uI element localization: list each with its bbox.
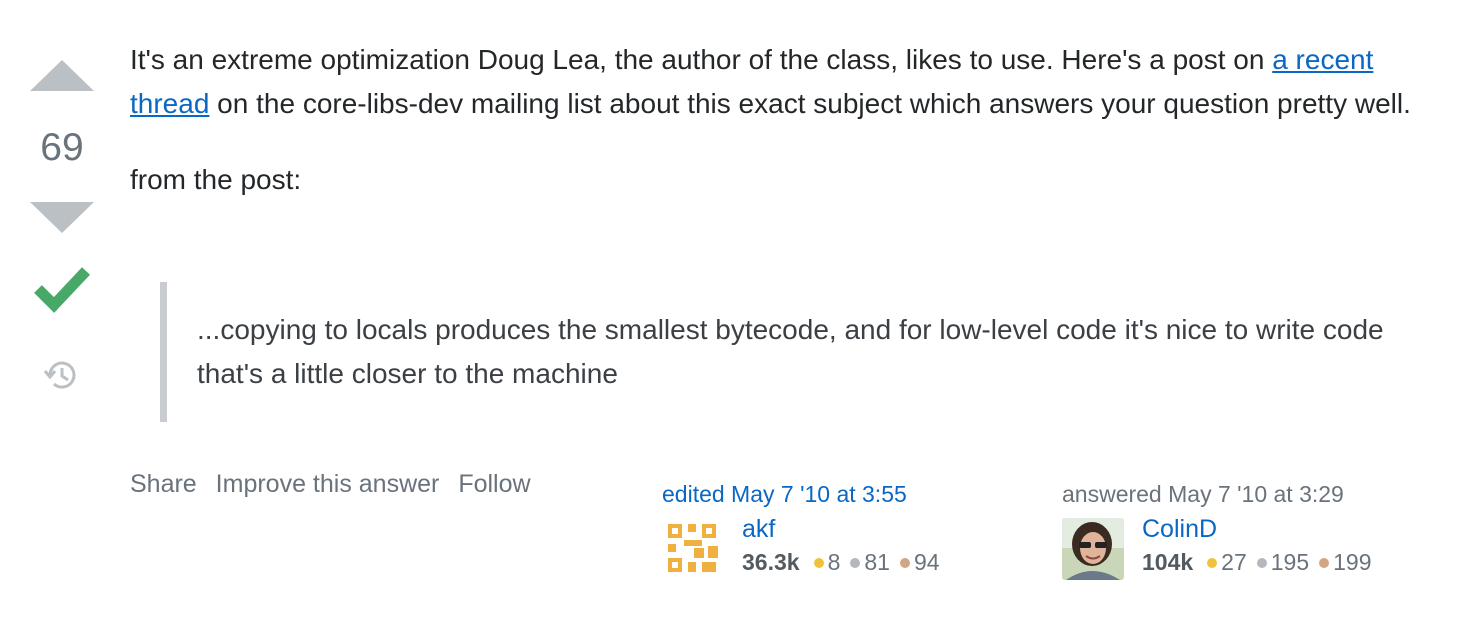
editor-signature: edited May 7 '10 at 3:55 akf 36.3k 8 81 … xyxy=(662,478,940,582)
silver-badge-icon xyxy=(850,557,861,568)
share-link[interactable]: Share xyxy=(130,470,197,498)
avatar[interactable] xyxy=(662,518,724,580)
follow-link[interactable]: Follow xyxy=(458,470,530,498)
post-paragraph: from the post: xyxy=(130,164,302,195)
answered-timestamp: answered May 7 '10 at 3:29 xyxy=(1062,481,1344,507)
reputation-score: 36.3k xyxy=(742,549,800,575)
gold-badge-icon xyxy=(1207,557,1218,568)
user-reputation: 36.3k 8 81 94 xyxy=(742,546,946,578)
bronze-badge-icon xyxy=(1319,557,1330,568)
silver-badge-count: 81 xyxy=(864,549,890,575)
silver-badge-count: 195 xyxy=(1270,549,1310,575)
blockquote: ...copying to locals produces the smalle… xyxy=(160,282,1407,422)
post-menu: Share Improve this answer Follow xyxy=(130,470,543,499)
bronze-badge-icon xyxy=(899,557,910,568)
post-text: on the core-libs-dev mailing list about … xyxy=(209,88,1411,119)
vote-cell: 69 xyxy=(0,0,124,622)
gold-badge-icon xyxy=(813,557,824,568)
vote-count: 69 xyxy=(40,126,84,169)
user-reputation: 104k 27 195 199 xyxy=(1142,546,1378,578)
bronze-badge-count: 94 xyxy=(913,549,940,575)
post-paragraph: It's an extreme optimization Doug Lea, t… xyxy=(130,38,1420,126)
user-name[interactable]: ColinD xyxy=(1142,512,1378,546)
answerer-signature: answered May 7 '10 at 3:29 ColinD 104k 27… xyxy=(1062,478,1372,582)
downvote-button[interactable] xyxy=(30,202,94,233)
upvote-button[interactable] xyxy=(30,60,94,91)
gold-badge-count: 27 xyxy=(1221,549,1247,575)
bronze-badge-count: 199 xyxy=(1333,549,1372,575)
post-text: It's an extreme optimization Doug Lea, t… xyxy=(130,44,1273,75)
silver-badge-icon xyxy=(1256,557,1267,568)
quote-text: ...copying to locals produces the smalle… xyxy=(197,314,1384,389)
user-name[interactable]: akf xyxy=(742,512,946,546)
reputation-score: 104k xyxy=(1142,549,1194,575)
history-icon[interactable] xyxy=(42,356,80,394)
gold-badge-count: 8 xyxy=(827,549,841,575)
improve-answer-link[interactable]: Improve this answer xyxy=(216,470,440,498)
avatar[interactable] xyxy=(1062,518,1124,580)
edited-timestamp-link[interactable]: edited May 7 '10 at 3:55 xyxy=(662,478,907,510)
post-body: It's an extreme optimization Doug Lea, t… xyxy=(130,38,1420,422)
accepted-checkmark-icon xyxy=(34,267,90,313)
